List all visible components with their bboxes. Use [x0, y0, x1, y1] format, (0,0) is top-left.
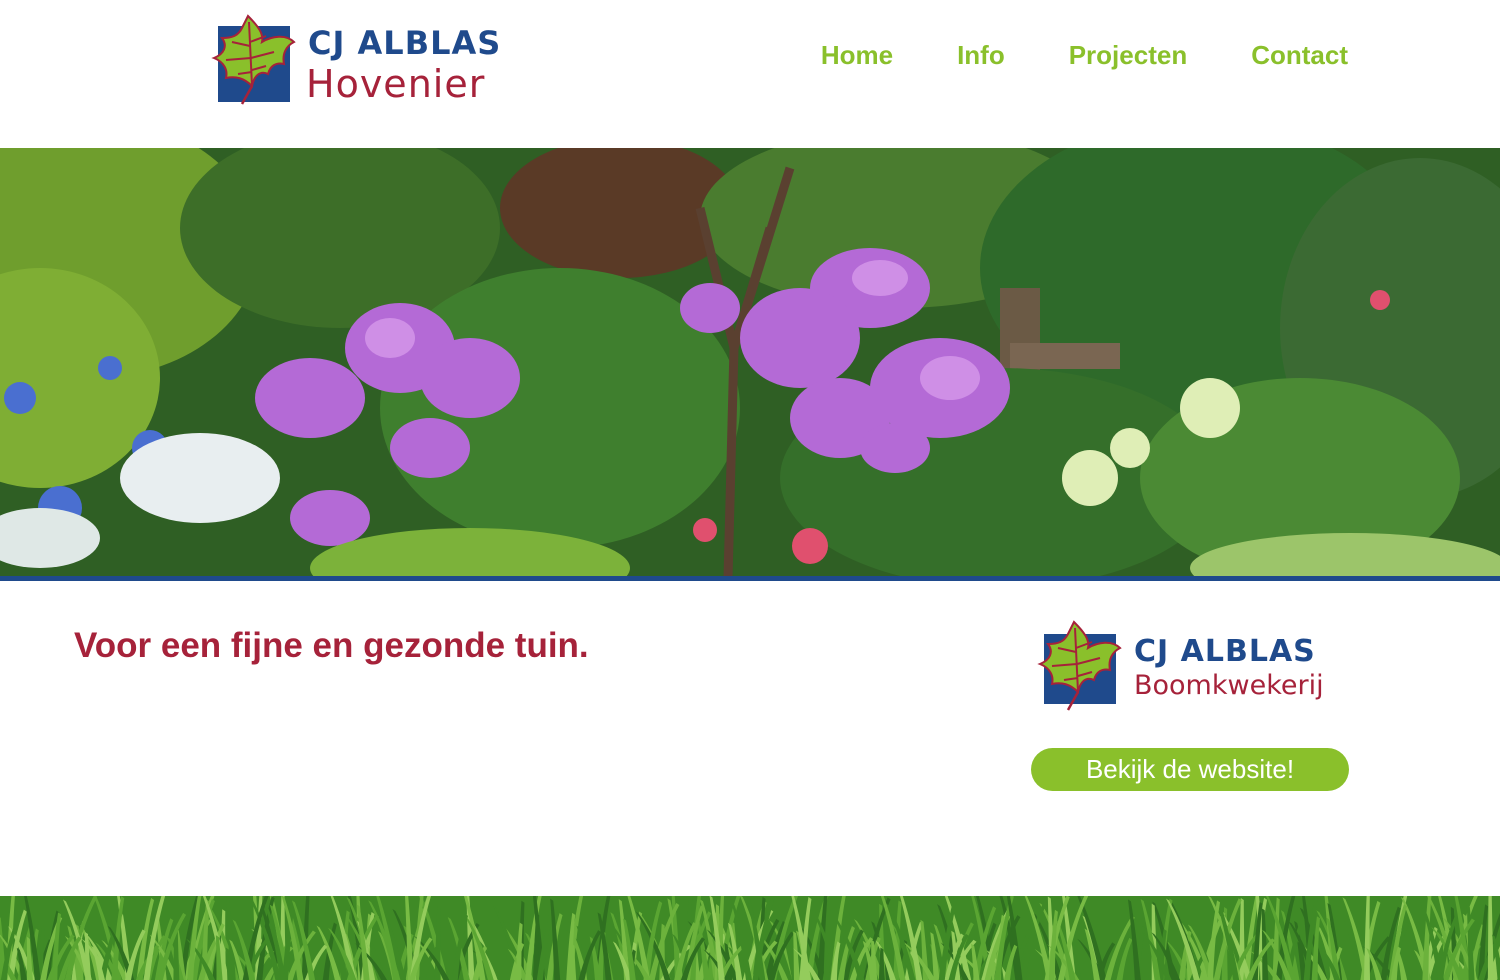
leaf-logo-icon	[1037, 620, 1122, 711]
tagline-heading: Voor een fijne en gezonde tuin.	[74, 626, 589, 665]
site-logo[interactable]: CJ ALBLAS Hovenier	[202, 12, 532, 108]
hero-garden-image	[0, 148, 1500, 578]
garden-flowers-photo	[0, 148, 1500, 578]
hero-divider	[0, 576, 1500, 581]
main-nav: Home Info Projecten Contact	[821, 40, 1348, 71]
visit-website-button[interactable]: Bekijk de website!	[1031, 748, 1349, 791]
leaf-logo-icon	[211, 14, 296, 105]
nav-contact[interactable]: Contact	[1251, 40, 1348, 71]
boomkwekerij-logo[interactable]: CJ ALBLAS Boomkwekerij	[1028, 618, 1358, 718]
partner-logo-subtitle: Boomkwekerij	[1134, 670, 1324, 701]
logo-title: CJ ALBLAS	[308, 24, 502, 62]
nav-projecten[interactable]: Projecten	[1069, 40, 1188, 71]
site-header: CJ ALBLAS Hovenier Home Info Projecten C…	[0, 0, 1500, 148]
grass-photo	[0, 896, 1500, 980]
partner-logo-title: CJ ALBLAS	[1134, 634, 1316, 669]
footer-grass-image	[0, 896, 1500, 980]
nav-home[interactable]: Home	[821, 40, 893, 71]
logo-subtitle: Hovenier	[306, 62, 486, 106]
nav-info[interactable]: Info	[957, 40, 1005, 71]
